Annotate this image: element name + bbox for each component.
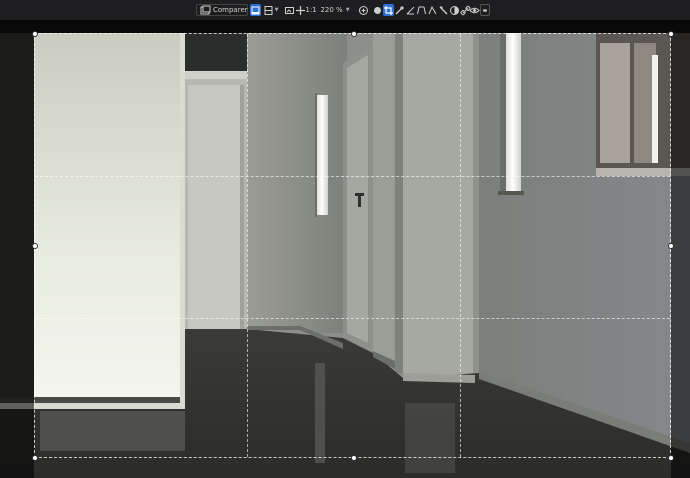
frame-icon — [285, 6, 294, 14]
crop-handle-right[interactable] — [668, 243, 674, 249]
eyedropper-icon — [395, 5, 404, 14]
eye-button[interactable] — [469, 4, 480, 16]
crop-tool-button[interactable] — [383, 4, 394, 16]
brush-icon — [439, 6, 448, 14]
crop-shade-right — [671, 33, 690, 478]
crop-grid-line — [460, 34, 461, 457]
zoom-value: 220 % — [320, 6, 343, 14]
adjust-button[interactable] — [449, 4, 460, 16]
crop-grid-line — [35, 318, 670, 319]
crop-handle-bottom-right[interactable] — [668, 455, 674, 461]
crop-handle-bottom-left[interactable] — [32, 455, 38, 461]
toolbar: Comparer ▼ ▼ 1:1 220 % ▼ — [0, 0, 690, 20]
crop-grid-line — [35, 176, 670, 177]
eyedropper-button[interactable] — [394, 4, 405, 16]
move-icon — [296, 5, 305, 15]
zoom-ratio-button[interactable]: 1:1 — [305, 4, 316, 16]
straighten-button[interactable] — [405, 4, 416, 16]
crop-handle-top[interactable] — [351, 31, 357, 37]
move-button[interactable] — [295, 4, 306, 16]
perspective-icon — [417, 6, 426, 14]
perspective-button[interactable] — [416, 4, 427, 16]
display-icon — [483, 8, 487, 12]
gradient-icon — [428, 5, 437, 14]
crop-handle-top-right[interactable] — [668, 31, 674, 37]
split-view-button[interactable] — [263, 4, 274, 16]
single-view-icon — [251, 6, 260, 14]
zoom-in-icon — [359, 5, 368, 15]
compare-label: Comparer — [213, 6, 248, 14]
display-button[interactable] — [480, 4, 490, 16]
zoom-dropdown[interactable]: 220 % ▼ — [320, 4, 350, 16]
adjust-icon — [450, 5, 459, 15]
crop-icon — [384, 5, 393, 15]
split-view-dropdown[interactable]: ▼ — [274, 4, 279, 16]
image-canvas[interactable] — [0, 20, 690, 478]
crop-grid-line — [247, 34, 248, 457]
eye-icon — [469, 7, 480, 13]
compare-icon — [200, 5, 211, 16]
crop-frame[interactable] — [32, 31, 674, 461]
frame-button[interactable] — [284, 4, 295, 16]
split-view-icon — [264, 5, 273, 15]
crop-handle-bottom[interactable] — [351, 455, 357, 461]
compare-dropdown[interactable]: Comparer ▼ — [196, 4, 254, 16]
single-view-button[interactable] — [250, 4, 261, 16]
hand-tool-button[interactable] — [372, 4, 383, 16]
crop-handle-left[interactable] — [32, 243, 38, 249]
chevron-down-icon: ▼ — [345, 7, 350, 13]
gradient-button[interactable] — [427, 4, 438, 16]
zoom-in-button[interactable] — [358, 4, 369, 16]
crop-shade-left — [0, 33, 34, 478]
crop-shade-top — [0, 20, 690, 33]
hand-icon — [374, 6, 381, 14]
straighten-icon — [406, 6, 415, 14]
crop-handle-top-left[interactable] — [32, 31, 38, 37]
brush-button[interactable] — [438, 4, 449, 16]
